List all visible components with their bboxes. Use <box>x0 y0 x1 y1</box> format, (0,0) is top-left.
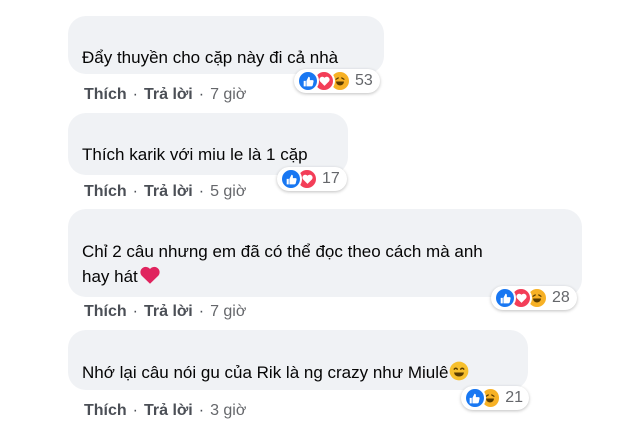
comment-actions: Thích · Trả lời · 7 giờ <box>84 86 246 104</box>
separator: · <box>198 183 205 200</box>
reaction-count: 53 <box>355 72 373 89</box>
separator: · <box>198 86 205 103</box>
like-link[interactable]: Thích <box>84 303 127 321</box>
timestamp[interactable]: 7 giờ <box>210 86 246 104</box>
reaction-count: 28 <box>552 289 570 306</box>
like-link[interactable]: Thích <box>84 402 127 420</box>
comment-bubble: Chỉ 2 câu nhưng em đã có thể đọc theo cá… <box>68 209 582 297</box>
like-reaction-icon <box>464 387 486 409</box>
smiling-face-emoji-icon <box>449 361 469 388</box>
comment-text-line-1: Chỉ 2 câu nhưng em đã có thể đọc theo cá… <box>82 242 483 261</box>
reaction-summary[interactable]: 17 <box>277 167 347 191</box>
comment-text: Nhớ lại câu nói gu của Rik là ng crazy n… <box>82 363 449 382</box>
like-reaction-icon <box>297 70 319 92</box>
comment-actions: Thích · Trả lời · 5 giờ <box>84 183 246 201</box>
comment-text: Đẩy thuyền cho cặp này đi cả nhà <box>82 48 339 67</box>
separator: · <box>198 402 205 419</box>
comment-text-line-2: hay hát <box>82 267 138 286</box>
separator: · <box>198 303 205 320</box>
comment-text-wrap: Nhớ lại câu nói gu của Rik là ng crazy n… <box>82 361 469 388</box>
comment-bubble: Đẩy thuyền cho cặp này đi cả nhà <box>68 16 384 74</box>
like-reaction-icon <box>280 168 302 190</box>
separator: · <box>132 183 138 200</box>
reaction-summary[interactable]: 21 <box>461 386 529 410</box>
reply-link[interactable]: Trả lời <box>144 402 193 420</box>
comment-bubble: Nhớ lại câu nói gu của Rik là ng crazy n… <box>68 330 528 390</box>
reaction-summary[interactable]: 28 <box>491 286 577 310</box>
separator: · <box>132 303 138 320</box>
reaction-count: 21 <box>505 389 523 406</box>
reply-link[interactable]: Trả lời <box>144 303 193 321</box>
like-link[interactable]: Thích <box>84 183 127 201</box>
comment-actions: Thích · Trả lời · 7 giờ <box>84 303 246 321</box>
timestamp[interactable]: 5 giờ <box>210 183 246 201</box>
comment-actions: Thích · Trả lời · 3 giờ <box>84 402 246 420</box>
separator: · <box>132 402 138 419</box>
comment-text-line-2-wrap: hay hát <box>82 265 160 291</box>
comment-bubble: Thích karik với miu le là 1 cặp <box>68 113 348 175</box>
red-heart-emoji-icon <box>140 266 160 291</box>
timestamp[interactable]: 7 giờ <box>210 303 246 321</box>
like-reaction-icon <box>494 287 516 309</box>
like-link[interactable]: Thích <box>84 86 127 104</box>
reaction-summary[interactable]: 53 <box>294 69 380 93</box>
reply-link[interactable]: Trả lời <box>144 86 193 104</box>
separator: · <box>132 86 138 103</box>
reaction-count: 17 <box>322 170 340 187</box>
reply-link[interactable]: Trả lời <box>144 183 193 201</box>
timestamp[interactable]: 3 giờ <box>210 402 246 420</box>
comment-text: Thích karik với miu le là 1 cặp <box>82 145 308 164</box>
